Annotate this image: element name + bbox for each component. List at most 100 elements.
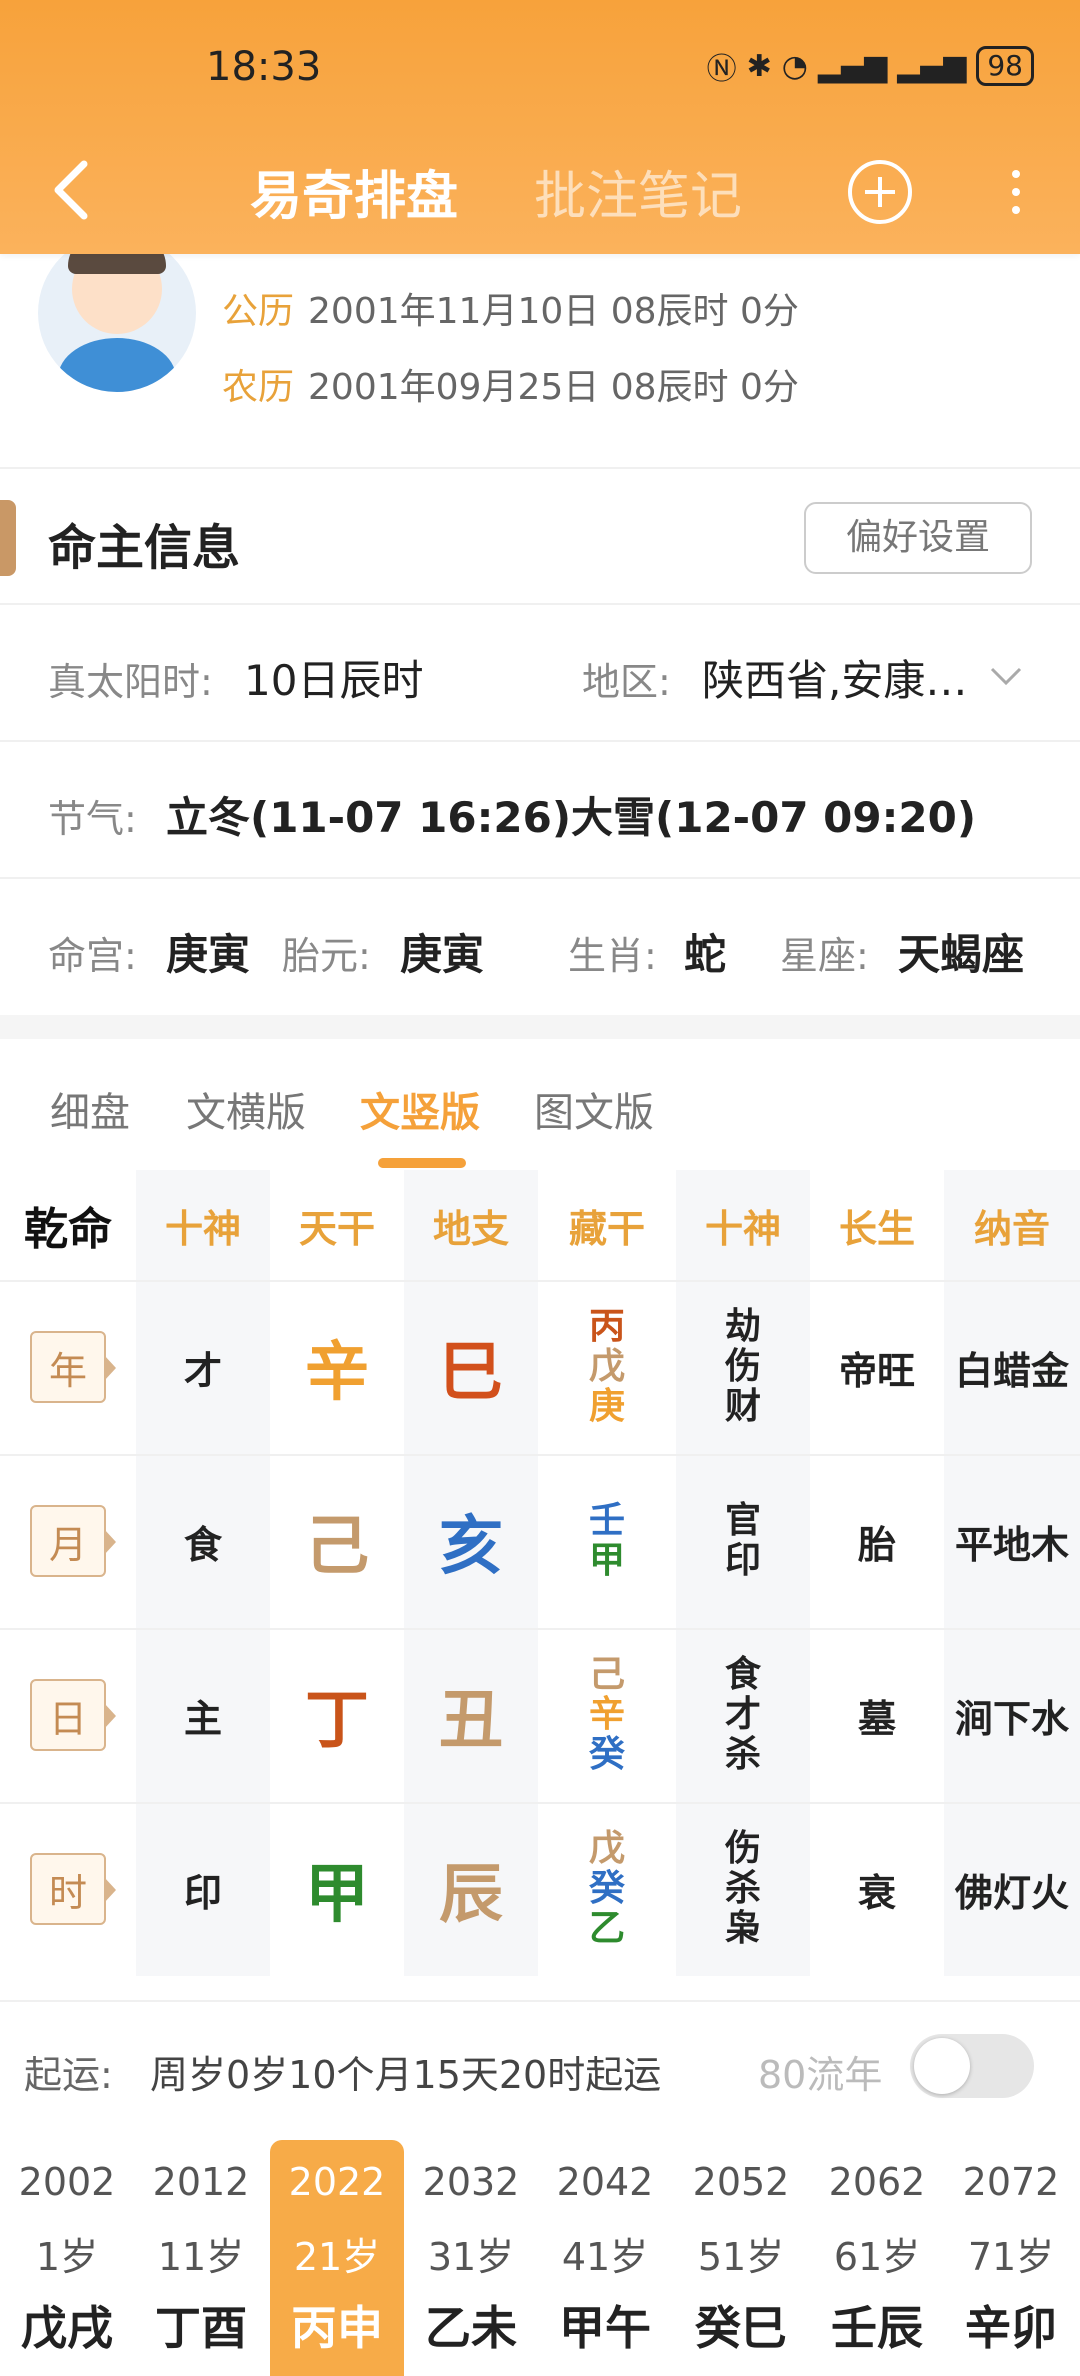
dayun-ganzhi: 乙未 <box>425 2301 517 2355</box>
region-value[interactable]: 陕西省,安康… <box>702 647 967 708</box>
pillar-hour-cell: 时 <box>0 1802 136 1976</box>
liunian-label: 80流年 <box>758 2053 883 2097</box>
dayun-item[interactable]: 2072 71岁 辛卯 <box>944 2140 1078 2376</box>
hour-cs-2: 杀 <box>724 1868 761 1909</box>
day-canggan-1: 己 <box>588 1654 625 1695</box>
tab-tuwen[interactable]: 图文版 <box>534 1080 654 1138</box>
year-cs-1: 劫 <box>724 1306 761 1347</box>
pillar-year-label[interactable]: 年 <box>30 1331 116 1403</box>
hour-cs-3: 枭 <box>724 1908 761 1949</box>
dayun-item[interactable]: 2062 61岁 壬辰 <box>810 2140 944 2376</box>
preferences-button[interactable]: 偏好设置 <box>804 502 1032 574</box>
dayun-year: 2022 <box>288 2160 386 2204</box>
signal-5g-icon: ▂▄▆ <box>897 48 967 84</box>
hour-changsheng: 衰 <box>857 1870 896 1915</box>
month-shishen: 食 <box>183 1522 222 1567</box>
month-canggan-shishen: 官印 <box>676 1454 810 1628</box>
day-nayin: 涧下水 <box>954 1696 1069 1741</box>
dayun-item[interactable]: 2032 31岁 乙未 <box>404 2140 538 2376</box>
dayun-year: 2052 <box>692 2160 790 2204</box>
shengxiao-value: 蛇 <box>684 930 727 979</box>
dayun-ganzhi: 壬辰 <box>831 2301 923 2355</box>
hour-shishen: 印 <box>183 1870 222 1915</box>
dayun-item[interactable]: 2002 1岁 戊戌 <box>0 2140 134 2376</box>
taiyuan-label: 胎元: <box>282 934 371 978</box>
section-accent-bar <box>0 500 16 576</box>
pillar-month-label[interactable]: 月 <box>30 1505 116 1577</box>
dayun-ganzhi: 丙申 <box>291 2301 383 2355</box>
lunar-label: 农历 <box>222 367 295 408</box>
year-cs-2: 伤 <box>724 1346 761 1387</box>
signal-4g-icon: ▂▄▆ <box>817 48 888 84</box>
day-dizhi: 丑 <box>439 1684 503 1758</box>
liunian-toggle[interactable] <box>910 2034 1034 2098</box>
month-canggan-2: 甲 <box>588 1540 625 1581</box>
status-time: 18:33 <box>206 44 322 90</box>
qiyun-row: 起运: 周岁0岁10个月15天20时起运 80流年 <box>0 2000 1080 2130</box>
year-tiangan: 辛 <box>305 1336 369 1410</box>
year-dizhi: 巳 <box>439 1336 503 1410</box>
pillar-day-label[interactable]: 日 <box>30 1679 116 1751</box>
hour-cs-1: 伤 <box>724 1828 761 1869</box>
pillar-hour-label[interactable]: 时 <box>30 1853 116 1925</box>
add-icon[interactable] <box>848 160 912 224</box>
month-nayin: 平地木 <box>954 1522 1069 1567</box>
shengxiao-label: 生肖: <box>568 934 657 978</box>
toggle-knob <box>914 2038 970 2094</box>
dayun-age: 1岁 <box>35 2235 99 2279</box>
dayun-age: 31岁 <box>427 2235 515 2279</box>
app-header: 18:33 Ⓝ ✱ ◔ ▂▄▆ ▂▄▆ 98 易奇排盘 批注笔记 <box>0 0 1080 254</box>
dayun-year: 2002 <box>18 2160 116 2204</box>
wifi-icon: ◔ <box>781 48 808 84</box>
tab-wenshu[interactable]: 文竖版 <box>360 1080 480 1138</box>
month-dizhi: 亥 <box>439 1510 503 1584</box>
dayun-age: 11岁 <box>157 2235 245 2279</box>
dayun-item[interactable]: 2042 41岁 甲午 <box>538 2140 672 2376</box>
day-canggan-shishen: 食才杀 <box>676 1628 810 1802</box>
day-cs-2: 才 <box>724 1694 761 1735</box>
hour-canggan: 戊癸乙 <box>538 1802 676 1976</box>
header-tiangan: 天干 <box>298 1206 375 1251</box>
month-cs-2: 印 <box>724 1540 761 1581</box>
hour-canggan-1: 戊 <box>588 1828 625 1869</box>
dayun-age: 51岁 <box>697 2235 785 2279</box>
tab-xipan[interactable]: 细盘 <box>50 1080 130 1138</box>
table-corner: 乾命 <box>24 1204 112 1255</box>
pillar-year-cell: 年 <box>0 1280 136 1454</box>
minggong-value: 庚寅 <box>166 930 251 979</box>
view-tabs: 细盘 文横版 文竖版 图文版 <box>0 1040 1080 1170</box>
tab-indicator <box>378 1158 466 1168</box>
month-changsheng: 胎 <box>857 1522 896 1567</box>
dayun-item-active[interactable]: 2022 21岁丙申 <box>270 2140 404 2376</box>
more-icon[interactable] <box>1000 160 1030 224</box>
jieqi-value: 立冬(11-07 16:26)大雪(12-07 09:20) <box>166 793 977 842</box>
pillar-day-cell: 日 <box>0 1628 136 1802</box>
qiyun-label: 起运: <box>24 2053 113 2097</box>
true-solar-row: 真太阳时: 10日辰时 地区: 陕西省,安康… <box>0 605 1080 742</box>
year-canggan-1: 丙 <box>588 1306 625 1347</box>
hour-canggan-2: 癸 <box>588 1868 625 1909</box>
header-canggan: 藏干 <box>568 1206 645 1251</box>
dayun-year: 2012 <box>152 2160 250 2204</box>
header-dizhi: 地支 <box>432 1206 509 1251</box>
day-canggan-2: 辛 <box>588 1694 625 1735</box>
year-cs-3: 财 <box>724 1386 761 1427</box>
dayun-item[interactable]: 2052 51岁 癸巳 <box>674 2140 808 2376</box>
tab-notes[interactable]: 批注笔记 <box>534 154 742 229</box>
dayun-item[interactable]: 2012 11岁 丁酉 <box>134 2140 268 2376</box>
header-shishen: 十神 <box>164 1206 241 1251</box>
true-solar-value: 10日辰时 <box>244 656 424 705</box>
lunar-value: 2001年09月25日 08辰时 0分 <box>308 367 799 408</box>
back-arrow-icon[interactable] <box>40 150 100 230</box>
xingzuo-value: 天蝎座 <box>898 930 1025 979</box>
solar-label: 公历 <box>222 291 295 332</box>
tab-wenheng[interactable]: 文横版 <box>186 1080 306 1138</box>
dayun-age: 21岁 <box>293 2235 381 2279</box>
hour-canggan-shishen: 伤杀枭 <box>676 1802 810 1976</box>
dayun-age: 61岁 <box>833 2235 921 2279</box>
header-changsheng: 长生 <box>838 1206 915 1251</box>
chevron-down-icon[interactable] <box>988 665 1024 689</box>
dayun-year: 2072 <box>962 2160 1060 2204</box>
dayun-age: 71岁 <box>967 2235 1055 2279</box>
tab-paipan[interactable]: 易奇排盘 <box>250 154 458 229</box>
